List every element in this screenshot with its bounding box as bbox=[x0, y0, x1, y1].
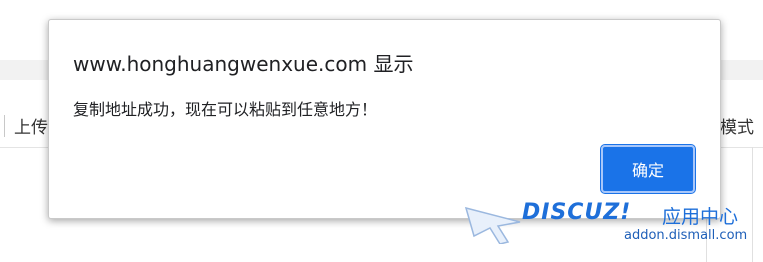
dialog-message: 复制地址成功，现在可以粘贴到任意地方！ bbox=[73, 100, 378, 119]
cursor-arrow-icon bbox=[464, 206, 521, 244]
page: 上传 模式 www.honghuangwenxue.com 显示 复制地址成功，… bbox=[0, 0, 763, 262]
dialog-title: www.honghuangwenxue.com 显示 bbox=[73, 52, 414, 76]
watermark: DISCUZ! 应用中心 addon.dismall.com bbox=[462, 196, 752, 256]
upload-label[interactable]: 上传 bbox=[14, 113, 48, 138]
mode-label[interactable]: 模式 bbox=[720, 113, 754, 138]
watermark-brand: DISCUZ! bbox=[522, 200, 632, 225]
ok-button[interactable]: 确定 bbox=[600, 144, 696, 194]
alert-dialog: www.honghuangwenxue.com 显示 复制地址成功，现在可以粘贴… bbox=[48, 19, 721, 219]
toolbar-divider bbox=[4, 115, 5, 137]
watermark-domain: addon.dismall.com bbox=[624, 228, 748, 243]
watermark-center: 应用中心 bbox=[662, 206, 739, 228]
